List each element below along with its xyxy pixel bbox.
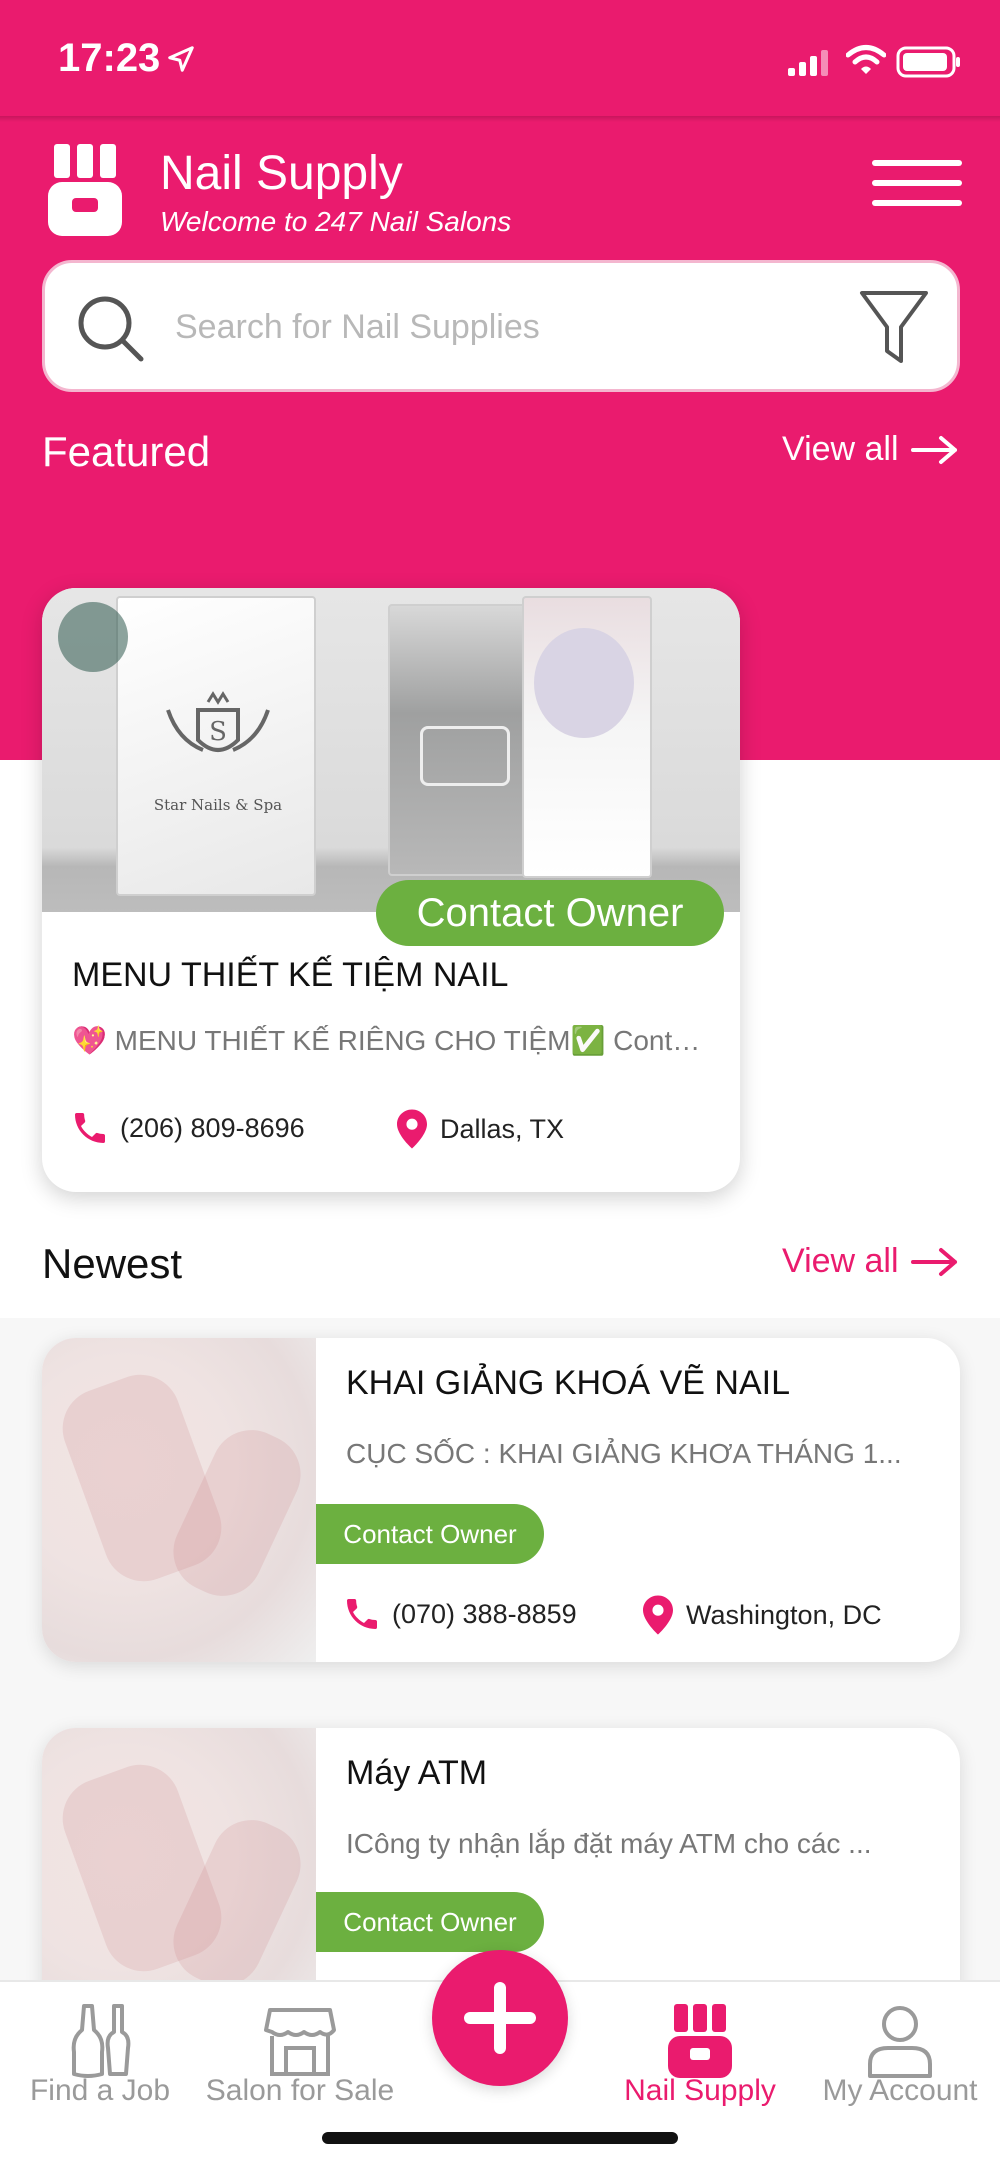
arrow-right-icon: [910, 1247, 957, 1276]
newest-title: Newest: [42, 1240, 183, 1287]
tab-label: Find a Job: [29, 2074, 171, 2107]
menu-line: [872, 180, 962, 186]
header-divider: [0, 116, 1000, 122]
tab-label: Salon for Sale: [205, 2074, 395, 2107]
menu-panel-front: S Star Nails & Spa: [116, 596, 316, 896]
menu-line: [872, 160, 962, 166]
phone-row[interactable]: (206) 809-8696: [70, 1108, 305, 1148]
user-icon: [868, 2006, 932, 2078]
star-nails-crest-icon: S: [166, 691, 270, 752]
nail-photo-circle: [534, 628, 634, 738]
nail-polish-icon: [71, 2004, 131, 2078]
svg-text:S: S: [209, 717, 227, 747]
menu-panel-back: [388, 604, 536, 876]
list-item-title: Máy ATM: [346, 1754, 488, 1792]
menu-line: [872, 200, 962, 206]
tab-nail-supply[interactable]: Nail Supply: [600, 1982, 800, 2132]
featured-card[interactable]: S Star Nails & Spa Contact Owner MENU TH…: [42, 588, 740, 1192]
list-item-description: ICông ty nhận lắp đặt máy ATM cho các ..…: [346, 1828, 872, 1859]
tab-salon-for-sale[interactable]: Salon for Sale: [200, 1982, 400, 2132]
status-bar: 17:23: [0, 0, 1000, 118]
featured-view-all-link[interactable]: View all: [782, 430, 959, 469]
menu-crest-box: [420, 726, 510, 786]
phone-number: (070) 388-8859: [392, 1598, 577, 1629]
search-icon: [78, 296, 144, 362]
location-arrow-icon: [168, 46, 194, 72]
featured-title: Featured: [42, 428, 211, 475]
tab-my-account[interactable]: My Account: [800, 1982, 1000, 2132]
view-all-label: View all: [782, 1242, 899, 1280]
app-subtitle: Welcome to 247 Nail Salons: [160, 206, 512, 237]
tab-label: Nail Supply: [624, 2074, 776, 2107]
location-row: Washington, DC: [640, 1594, 882, 1636]
location-pin-icon: [397, 1109, 427, 1149]
plus-icon: [464, 1982, 536, 2054]
leaf-decoration: [58, 602, 128, 672]
newest-view-all-link[interactable]: View all: [782, 1242, 959, 1281]
tab-find-a-job[interactable]: Find a Job: [0, 1982, 200, 2132]
location-text: Washington, DC: [686, 1599, 882, 1630]
nail-supply-logo-icon: [48, 144, 122, 236]
list-item-title: KHAI GIẢNG KHOÁ VẼ NAIL: [346, 1364, 791, 1402]
location-pin-icon: [643, 1595, 673, 1635]
contact-owner-button[interactable]: Contact Owner: [316, 1892, 544, 1952]
tab-label: My Account: [822, 2074, 978, 2107]
location-text: Dallas, TX: [440, 1113, 565, 1144]
search-input[interactable]: [175, 299, 775, 355]
arrow-right-icon: [910, 435, 957, 464]
nail-supply-icon: [668, 2004, 732, 2078]
location-row: Dallas, TX: [394, 1108, 564, 1150]
contact-owner-button[interactable]: Contact Owner: [376, 880, 724, 946]
add-post-button[interactable]: [432, 1950, 568, 2086]
search-bar: [42, 260, 960, 392]
list-item-thumbnail: [42, 1338, 316, 1662]
phone-number: (206) 809-8696: [120, 1112, 305, 1143]
list-item[interactable]: KHAI GIẢNG KHOÁ VẼ NAIL CỤC SỐC : KHAI G…: [42, 1338, 960, 1662]
filter-icon[interactable]: [859, 289, 929, 365]
menu-panel-right: [522, 596, 652, 878]
wifi-icon: [846, 45, 886, 74]
hamburger-menu-button[interactable]: [872, 160, 962, 216]
battery-icon: [896, 46, 960, 78]
app-title: Nail Supply: [160, 147, 403, 200]
cellular-signal-icon: [788, 50, 828, 76]
featured-card-image: S Star Nails & Spa: [42, 588, 740, 912]
phone-row[interactable]: (070) 388-8859: [342, 1594, 577, 1634]
phone-icon: [347, 1599, 377, 1629]
featured-card-description: 💖 MENU THIẾT KẾ RIÊNG CHO TIỆM✅ Content.…: [72, 1025, 712, 1056]
phone-icon: [75, 1113, 105, 1143]
contact-owner-button[interactable]: Contact Owner: [316, 1504, 544, 1564]
home-indicator: [322, 2132, 678, 2144]
featured-card-title: MENU THIẾT KẾ TIỆM NAIL: [72, 956, 509, 994]
store-icon: [264, 2008, 336, 2076]
view-all-label: View all: [782, 430, 899, 468]
list-item-description: CỤC SỐC : KHAI GIẢNG KHƠA THÁNG 1...: [346, 1438, 902, 1469]
status-time: 17:23: [58, 36, 161, 80]
menu-brand-text: Star Nails & Spa: [153, 796, 283, 814]
